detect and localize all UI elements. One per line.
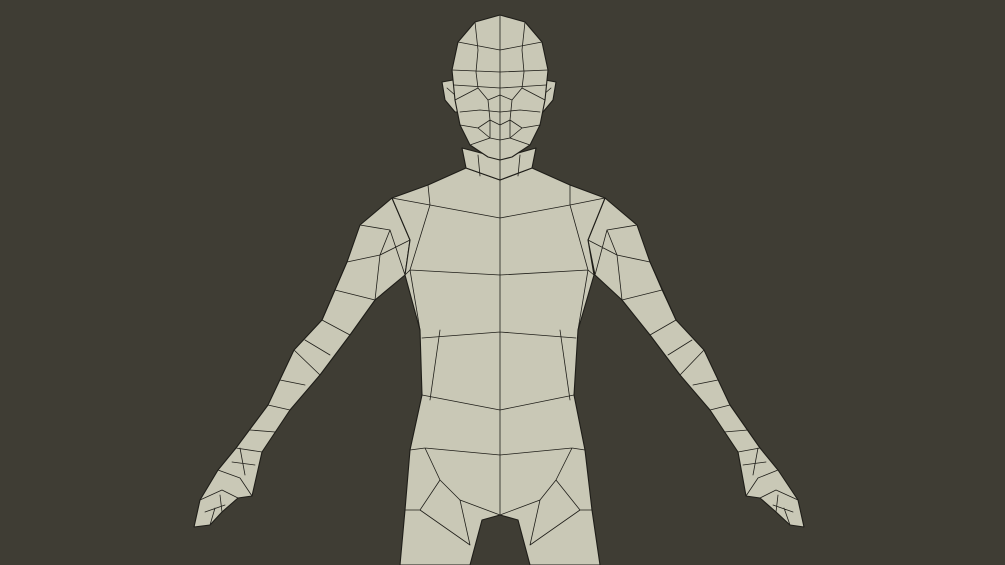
torso-mesh (391, 167, 606, 565)
head-mesh (451, 14, 549, 161)
left-arm-mesh (193, 197, 411, 528)
character-mesh (193, 14, 805, 565)
right-arm-mesh (587, 197, 805, 528)
3d-viewport[interactable] (0, 0, 1005, 565)
